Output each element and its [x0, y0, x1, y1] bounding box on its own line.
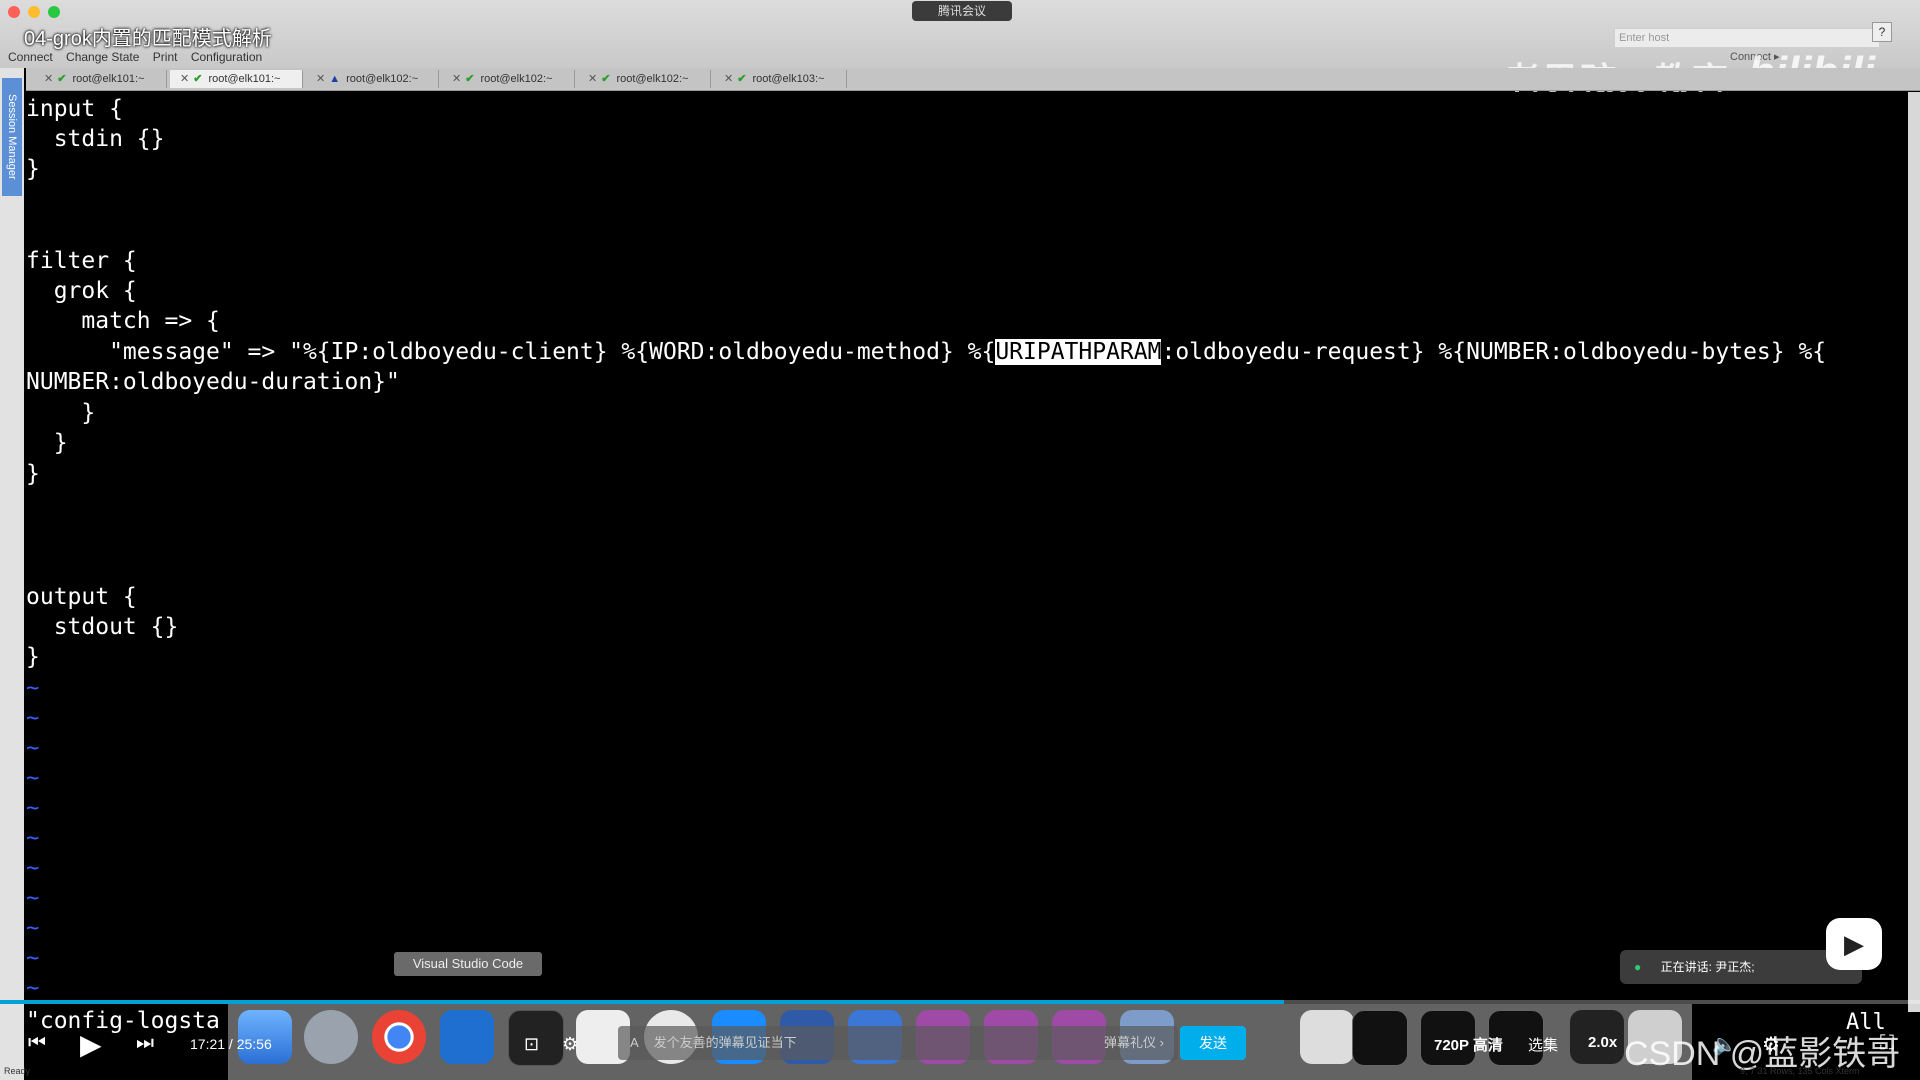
connected-check-icon: ✔	[737, 73, 747, 85]
minimize-window-button[interactable]	[28, 6, 40, 18]
search-highlight: URIPATHPARAM	[995, 339, 1162, 365]
tab-elk101-2[interactable]: ✕ ✔ root@elk101:~	[170, 70, 303, 88]
quality-selector[interactable]: 720P 高清	[1434, 1034, 1503, 1055]
video-progress-fill	[0, 1000, 1285, 1004]
code-line: }	[26, 430, 68, 456]
chrome-icon[interactable]	[372, 1010, 426, 1064]
session-manager-strip	[0, 68, 24, 1080]
vim-empty-line: ~	[26, 826, 40, 851]
host-input[interactable]: Enter host	[1614, 28, 1880, 48]
warning-icon: ▲	[329, 73, 341, 85]
danmu-style-icon[interactable]: A	[630, 1035, 638, 1050]
previous-icon[interactable]: ⏮	[28, 1032, 46, 1055]
vim-empty-line: ~	[26, 856, 40, 881]
close-icon[interactable]: ✕	[724, 73, 733, 85]
code-line: filter {	[26, 248, 137, 274]
terminal-tab-bar: ✕ ✔ root@elk101:~ ✕ ✔ root@elk101:~ ✕ ▲ root@e…	[26, 68, 1920, 91]
tab-elk101-1[interactable]: ✕ ✔ root@elk101:~	[34, 70, 167, 88]
next-icon[interactable]: ⏭	[136, 1032, 154, 1055]
menu-connect[interactable]: Connect	[8, 50, 53, 64]
vim-empty-line: ~	[26, 736, 40, 761]
tab-elk102-1[interactable]: ✕ ▲ root@elk102:~	[306, 70, 439, 88]
connected-check-icon: ✔	[193, 73, 203, 85]
vim-command-line: "config-logsta	[26, 1008, 220, 1034]
status-bar: Ready 9, 7 31 Rows, 135 Cols Xterm	[0, 1064, 1920, 1080]
maximize-window-button[interactable]	[48, 6, 60, 18]
code-line: output {	[26, 584, 137, 610]
play-icon[interactable]: ▶	[80, 1028, 102, 1061]
code-line-match: "message" => "%{IP:oldboyedu-client} %{W…	[26, 339, 1827, 365]
bilibili-tv-icon[interactable]: ▶	[1826, 918, 1882, 970]
launchpad-rocket-icon[interactable]	[304, 1010, 358, 1064]
video-progress-bar[interactable]	[0, 1000, 1920, 1004]
danmu-placeholder: 发个友善的弹幕见证当下	[653, 1035, 797, 1050]
menu-change-state[interactable]: Change State	[66, 50, 139, 64]
current-time: 17:21	[190, 1036, 226, 1052]
menu-bar: Connect Change State Print Configuration	[8, 50, 272, 64]
danmu-input[interactable]: A 发个友善的弹幕见证当下 弹幕礼仪 ›	[618, 1026, 1178, 1060]
danmu-toggle-icon[interactable]: ⊡	[524, 1034, 539, 1055]
video-title: 04-grok内置的匹配模式解析	[24, 28, 272, 50]
vim-empty-line: ~	[26, 766, 40, 791]
time-display: 17:21 / 25:56	[190, 1036, 272, 1052]
code-line: }	[26, 461, 40, 487]
close-icon[interactable]: ✕	[180, 73, 189, 85]
help-icon[interactable]: ?	[1872, 22, 1892, 42]
tab-elk102-3[interactable]: ✕ ✔ root@elk102:~	[578, 70, 711, 88]
close-icon[interactable]: ✕	[588, 73, 597, 85]
code-line: match => {	[26, 308, 220, 334]
window-thumbnail[interactable]	[1352, 1010, 1408, 1066]
window-titlebar: 腾讯会议 04-grok内置的匹配模式解析 Connect Change Sta…	[0, 0, 1920, 101]
tab-elk103[interactable]: ✕ ✔ root@elk103:~	[714, 70, 847, 88]
vim-empty-line: ~	[26, 886, 40, 911]
menu-print[interactable]: Print	[153, 50, 178, 64]
episodes-button[interactable]: 选集	[1528, 1034, 1558, 1055]
code-line: input {	[26, 96, 123, 122]
tab-elk102-2[interactable]: ✕ ✔ root@elk102:~	[442, 70, 575, 88]
terminal-screen[interactable]: input { stdin {} } filter { grok { match…	[26, 92, 1906, 1012]
code-line-wrap: NUMBER:oldboyedu-duration}"	[26, 369, 400, 395]
total-time: 25:56	[236, 1036, 272, 1052]
microphone-icon: ●	[1634, 960, 1642, 974]
status-dimensions: 9, 7 31 Rows, 135 Cols Xterm	[1740, 1066, 1860, 1076]
document-icon[interactable]	[1300, 1010, 1354, 1064]
close-icon[interactable]: ✕	[316, 73, 325, 85]
speed-selector[interactable]: 2.0x	[1588, 1034, 1617, 1051]
send-danmu-button[interactable]: 发送	[1180, 1026, 1246, 1060]
connected-check-icon: ✔	[465, 73, 475, 85]
vim-empty-line: ~	[26, 676, 40, 701]
speaking-text: 正在讲话: 尹正杰;	[1660, 960, 1755, 974]
connected-check-icon: ✔	[601, 73, 611, 85]
meeting-indicator[interactable]: 腾讯会议	[912, 1, 1012, 21]
dock-tooltip: Visual Studio Code	[394, 952, 542, 976]
close-icon[interactable]: ✕	[452, 73, 461, 85]
code-line: grok {	[26, 278, 137, 304]
code-line: }	[26, 156, 40, 182]
vim-empty-line: ~	[26, 796, 40, 821]
status-ready: Ready	[4, 1066, 31, 1076]
vim-empty-line: ~	[26, 916, 40, 941]
close-window-button[interactable]	[8, 6, 20, 18]
vim-empty-line: ~	[26, 706, 40, 731]
session-manager-tab[interactable]: Session Manager	[2, 78, 22, 196]
connected-check-icon: ✔	[57, 73, 67, 85]
code-line: stdin {}	[26, 126, 165, 152]
code-line: stdout {}	[26, 614, 179, 640]
menu-configuration[interactable]: Configuration	[191, 50, 262, 64]
danmu-etiquette-link[interactable]: 弹幕礼仪 ›	[1104, 1026, 1164, 1060]
vim-empty-line: ~	[26, 946, 40, 971]
code-line: }	[26, 400, 96, 426]
close-icon[interactable]: ✕	[44, 73, 53, 85]
vscode-icon[interactable]	[440, 1010, 494, 1064]
code-line: }	[26, 644, 40, 670]
terminal-scrollbar[interactable]	[1908, 92, 1920, 1012]
danmu-settings-icon[interactable]: ⚙	[562, 1034, 578, 1055]
